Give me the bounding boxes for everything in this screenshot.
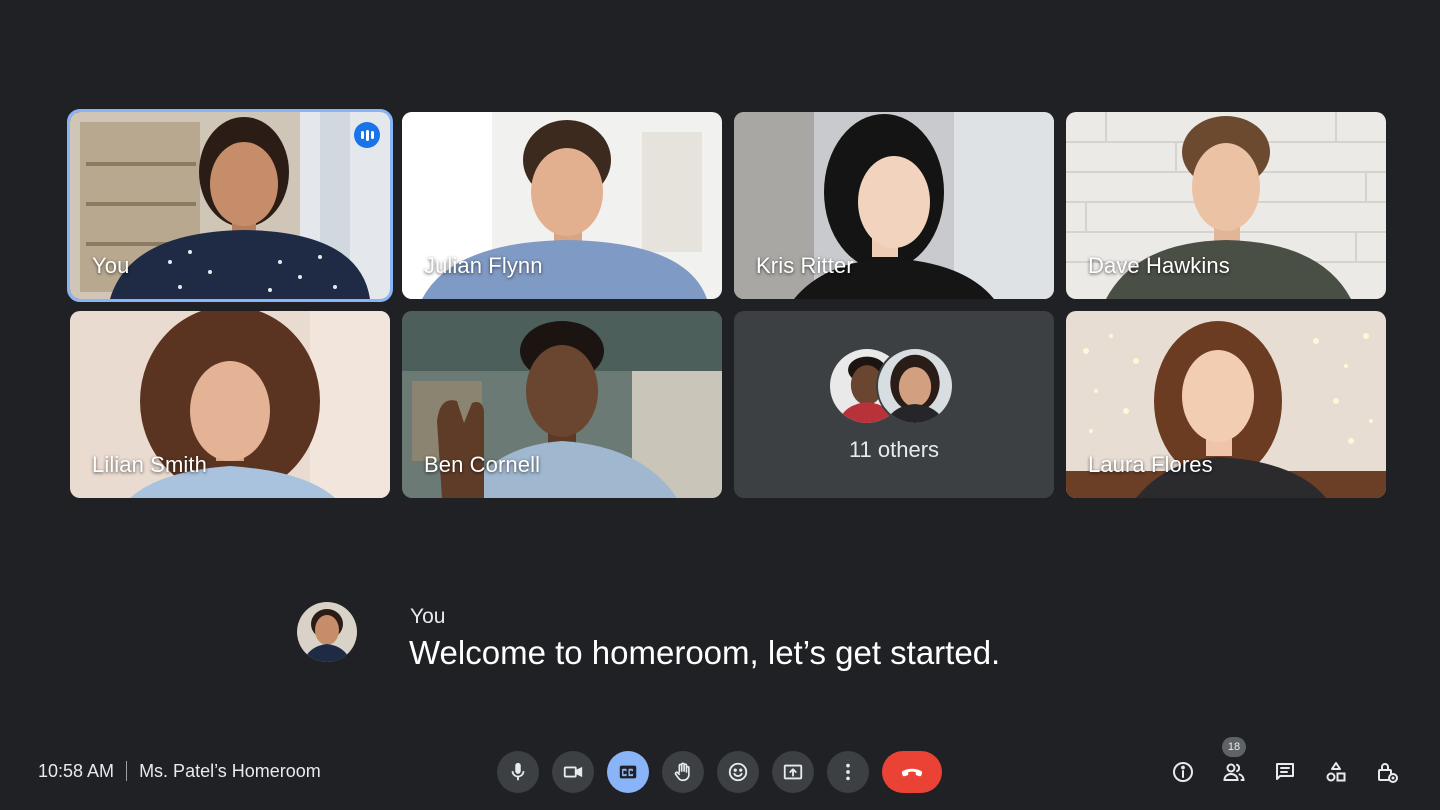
caption-speaker-avatar <box>297 602 357 662</box>
caption-text: Welcome to homeroom, let’s get started. <box>409 634 1001 671</box>
participant-name: You <box>92 253 130 278</box>
camera-icon <box>563 766 583 778</box>
caption-speaker-name: You <box>410 605 446 628</box>
participant-name: Dave Hawkins <box>1088 253 1230 278</box>
others-count-label: 11 others <box>848 437 940 462</box>
participant-tile-lilian-smith[interactable]: Lilian Smith <box>70 311 390 498</box>
participant-name: Kris Ritter <box>756 253 854 278</box>
host-controls-button[interactable] <box>1374 755 1400 789</box>
chat-icon <box>1276 763 1294 780</box>
microphone-button[interactable] <box>497 751 539 793</box>
people-icon <box>1223 763 1245 781</box>
reactions-button[interactable] <box>717 751 759 793</box>
emoji-icon <box>728 762 748 782</box>
microphone-icon <box>511 762 525 781</box>
camera-button[interactable] <box>552 751 594 793</box>
divider <box>126 761 128 781</box>
others-tile[interactable]: 11 others <box>734 311 1054 498</box>
more-options-icon <box>846 763 850 781</box>
chat-button[interactable] <box>1272 755 1298 789</box>
activities-button[interactable] <box>1323 755 1349 789</box>
info-icon <box>1173 762 1193 782</box>
participant-name: Ben Cornell <box>424 452 541 477</box>
host-controls-icon <box>1378 763 1398 783</box>
participant-name: Laura Flores <box>1088 452 1213 477</box>
participant-tile-ben-cornell[interactable]: Ben Cornell <box>402 311 722 498</box>
leave-call-button[interactable] <box>882 751 942 793</box>
side-controls: 18 <box>1170 737 1400 789</box>
others-avatar-stack <box>828 347 958 427</box>
call-controls <box>497 751 942 793</box>
more-options-button[interactable] <box>827 751 869 793</box>
captions-button[interactable] <box>607 751 649 793</box>
meeting-time: 10:58 AM <box>38 760 115 781</box>
participant-tile-you[interactable]: You <box>67 109 393 302</box>
raise-hand-button[interactable] <box>662 751 704 793</box>
present-icon <box>783 764 803 780</box>
meeting-details: 10:58 AM Ms. Patel’s Homeroom <box>38 760 321 782</box>
participant-tile-dave-hawkins[interactable]: Dave Hawkins <box>1066 112 1386 299</box>
participant-name: Julian Flynn <box>424 253 543 278</box>
end-call-icon <box>901 768 923 777</box>
meeting-title: Ms. Patel’s Homeroom <box>139 760 321 781</box>
video-grid: You Julian Flynn Kris Ritter Dave Hawkin… <box>67 109 1388 498</box>
meeting-details-button[interactable] <box>1170 755 1196 789</box>
participant-tile-kris-ritter[interactable]: Kris Ritter <box>734 112 1054 299</box>
speaking-indicator-icon <box>354 122 380 148</box>
activities-icon <box>1326 762 1346 782</box>
present-button[interactable] <box>772 751 814 793</box>
raise-hand-icon <box>674 762 690 782</box>
closed-captions-icon <box>619 765 637 779</box>
participant-count-badge: 18 <box>1222 737 1246 757</box>
participant-tile-julian-flynn[interactable]: Julian Flynn <box>402 112 722 299</box>
people-button[interactable]: 18 <box>1221 737 1247 789</box>
participant-tile-laura-flores[interactable]: Laura Flores <box>1066 311 1386 498</box>
participant-name: Lilian Smith <box>92 452 207 477</box>
avatar <box>876 347 954 425</box>
